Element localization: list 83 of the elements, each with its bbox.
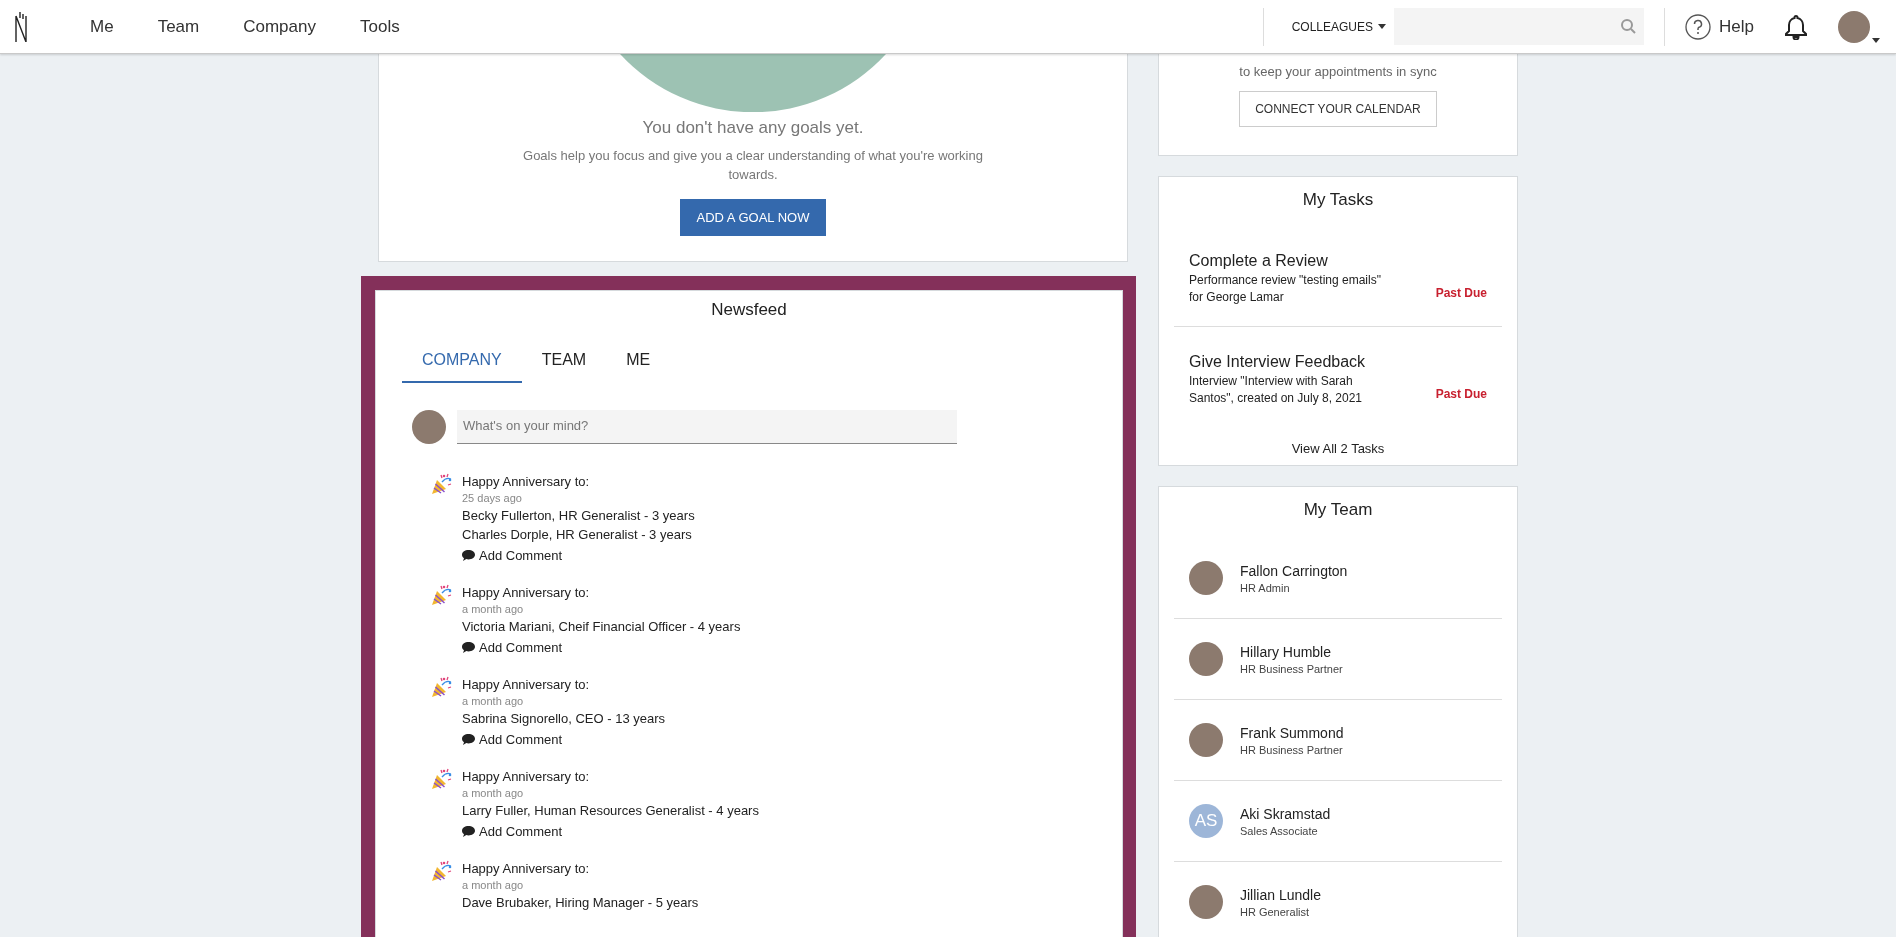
goals-empty-heading: You don't have any goals yet. [642,118,864,138]
team-member-row[interactable]: Fallon Carrington HR Admin [1174,538,1502,619]
initials-avatar: AS [1189,804,1223,838]
avatar-placeholder [1189,885,1223,919]
nav-link[interactable]: Tools [359,16,400,37]
newsfeed-tab[interactable]: COMPANY [402,340,522,383]
comment-icon [462,734,475,745]
nav-link[interactable]: Team [157,16,200,37]
add-comment-link[interactable]: Add Comment [462,732,666,747]
task-title[interactable]: Complete a Review [1189,252,1436,270]
member-name: Jillian Lundle [1240,886,1321,903]
add-comment-link[interactable]: Add Comment [462,824,759,839]
anniversary-line: Becky Fullerton, HR Generalist - 3 years [462,507,695,525]
user-avatar[interactable] [1838,10,1870,43]
comment-icon [462,826,475,837]
avatar-placeholder [1189,561,1223,595]
post-time: a month ago [462,602,525,617]
party-popper-icon [430,859,454,883]
tasks-title: My Tasks [1301,190,1375,210]
team-member-row[interactable]: Hillary Humble HR Business Partner [1174,619,1502,700]
task-status: Past Due [1435,286,1487,300]
user-avatar [412,410,446,444]
member-role: HR Admin [1240,581,1291,594]
team-member-row[interactable]: Jillian Lundle HR Generalist [1174,862,1502,937]
post-heading: Happy Anniversary to: [462,473,591,491]
caret-icon [1378,24,1387,29]
post-heading: Happy Anniversary to: [462,860,591,878]
member-role: HR Business Partner [1240,662,1343,675]
avatar-placeholder [1189,642,1223,676]
post-heading: Happy Anniversary to: [462,676,591,694]
task-status: Past Due [1435,387,1487,401]
newsfeed-tab[interactable]: TEAM [521,340,607,383]
add-goal-button[interactable]: ADD A GOAL NOW [679,199,827,236]
post-time: 25 days ago [462,491,523,506]
search-field[interactable] [1394,8,1645,45]
post-input-field[interactable]: What's on your mind? [457,410,957,444]
view-all-tasks-link[interactable]: View All 2 Tasks [1159,441,1517,456]
anniversary-line: Larry Fuller, Human Resources Generalist - 4 years [462,802,759,820]
comment-icon [462,642,475,653]
help-button[interactable]: Help [1685,13,1754,40]
member-name: Hillary Humble [1240,643,1333,660]
avatar-placeholder [1189,723,1223,757]
help-icon [1685,13,1712,40]
post-heading: Happy Anniversary to: [462,768,591,786]
calendar-text: to keep your appointments in sync [1239,64,1437,79]
post-heading: Happy Anniversary to: [462,584,591,602]
task-title[interactable]: Give Interview Feedback [1189,353,1436,371]
task-detail: Interview "Interview with Sarah Santos", created on July 8, 2021 [1189,373,1364,407]
member-role: HR Business Partner [1240,743,1344,756]
post-time: a month ago [462,878,525,893]
task-detail: Performance review "testing emails" for George Lamar [1189,272,1382,306]
search-scope-dropdown[interactable]: COLLEAGUES [1283,19,1395,34]
member-name: Aki Skramstad [1240,805,1331,822]
member-role: Sales Associate [1240,824,1319,837]
newsfeed-title: Newsfeed [710,300,788,320]
add-comment-link[interactable]: Add Comment [462,548,695,563]
party-popper-icon [430,472,454,496]
add-comment-link[interactable]: Add Comment [462,640,741,655]
newsfeed-tab[interactable]: ME [606,340,671,383]
party-popper-icon [430,583,454,607]
team-title: My Team [1302,500,1374,520]
anniversary-line: Sabrina Signorello, CEO - 13 years [462,710,666,728]
team-member-row[interactable]: Frank Summond HR Business Partner [1174,700,1502,781]
logo-icon[interactable] [14,11,28,42]
anniversary-line: Victoria Mariani, Cheif Financial Officer - 4 years [462,618,741,636]
nav-link[interactable]: Company [243,16,316,37]
notification-bell-icon[interactable] [1784,13,1808,40]
nav-link[interactable]: Me [90,16,114,37]
party-popper-icon [430,767,454,791]
post-time: a month ago [462,786,525,801]
team-member-row[interactable]: AS Aki Skramstad Sales Associate [1174,781,1502,862]
connect-calendar-button[interactable]: CONNECT YOUR CALENDAR [1239,91,1437,127]
anniversary-line: Charles Dorple, HR Generalist - 3 years [462,526,693,544]
member-name: Frank Summond [1240,724,1344,741]
goals-empty-text: Goals help you focus and give you a clear understanding of what you're working towards. [522,147,984,184]
member-role: HR Generalist [1240,905,1311,918]
caret-icon [1872,37,1880,43]
member-name: Fallon Carrington [1240,562,1348,579]
search-icon [1621,19,1637,34]
anniversary-line: Dave Brubaker, Hiring Manager - 5 years [462,894,699,912]
comment-icon [462,550,475,561]
party-popper-icon [430,675,454,699]
post-time: a month ago [462,694,525,709]
